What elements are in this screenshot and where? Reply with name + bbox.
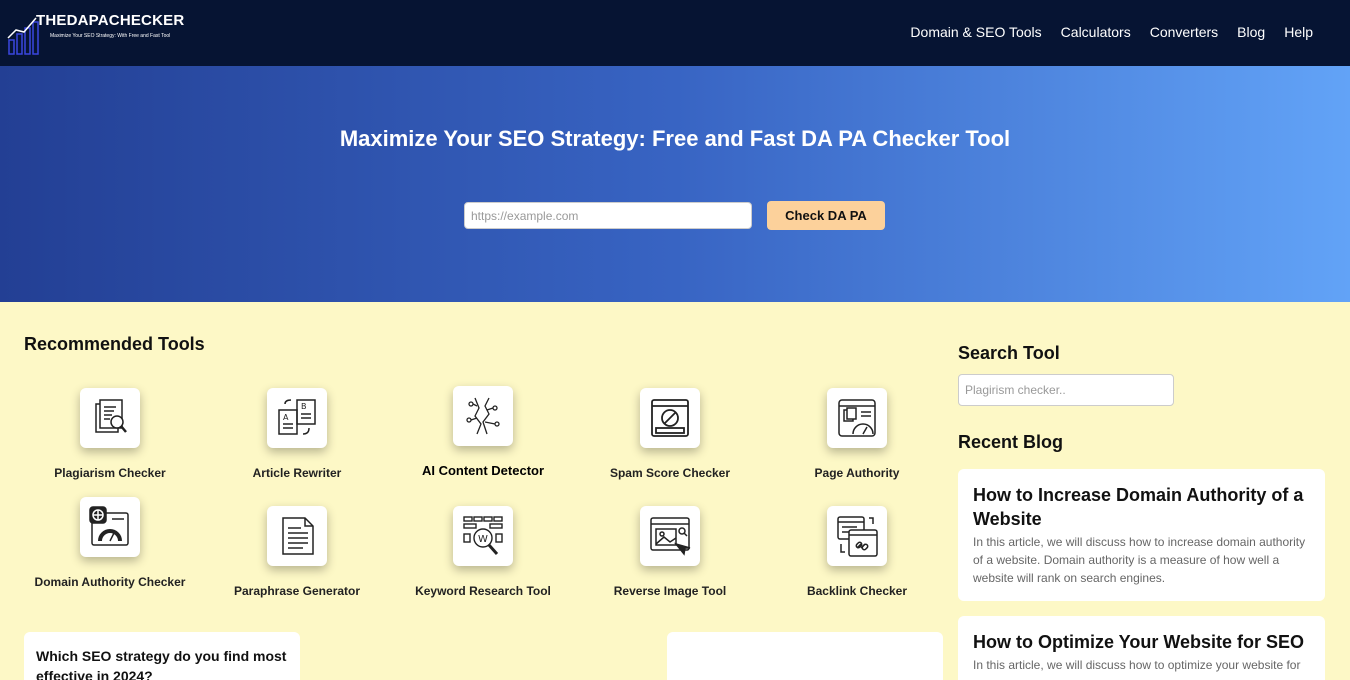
- brand-name: THEDAPACHECKER: [36, 12, 185, 29]
- blog-post-excerpt: In this article, we will discuss how to …: [973, 535, 1306, 585]
- check-da-pa-button[interactable]: Check DA PA: [767, 201, 885, 230]
- hero-title: Maximize Your SEO Strategy: Free and Fas…: [339, 126, 1011, 151]
- tool-label: AI Content Detector: [421, 463, 545, 478]
- blog-post-title[interactable]: How to Optimize Your Website for SEO: [973, 630, 1310, 654]
- tool-reverse-image-tool[interactable]: Reverse Image Tool: [585, 506, 755, 600]
- blog-card[interactable]: How to Optimize Your Website for SEO In …: [958, 616, 1325, 680]
- page-authority-icon: [827, 388, 887, 448]
- tool-paraphrase-generator[interactable]: Paraphrase Generator: [212, 506, 382, 600]
- search-tool-title: Search Tool: [958, 343, 1060, 363]
- tool-ai-content-detector[interactable]: AI Content Detector: [398, 386, 568, 480]
- tool-spam-score-checker[interactable]: Spam Score Checker: [585, 388, 755, 482]
- main-nav: Domain & SEO Tools Calculators Converter…: [910, 24, 1313, 40]
- tool-label: Keyword Research Tool: [415, 584, 551, 598]
- blog-post-excerpt: In this article, we will discuss how to …: [973, 658, 1301, 672]
- recommended-tools-title: Recommended Tools: [24, 334, 205, 354]
- content-card: [667, 632, 943, 680]
- brand-tagline: Maximize Your SEO Strategy: With Free an…: [50, 33, 171, 39]
- ai-detector-icon: [453, 386, 513, 446]
- tool-keyword-research-tool[interactable]: W Keyword Research Tool: [398, 506, 568, 600]
- tool-label: Paraphrase Generator: [233, 584, 361, 598]
- nav-link-help[interactable]: Help: [1284, 24, 1313, 40]
- article-rewriter-icon: A B: [267, 388, 327, 448]
- nav-link-calculators[interactable]: Calculators: [1061, 24, 1131, 40]
- hero-section: Maximize Your SEO Strategy: Free and Fas…: [0, 66, 1350, 302]
- svg-text:B: B: [301, 402, 307, 411]
- nav-link-blog[interactable]: Blog: [1237, 24, 1265, 40]
- spam-score-icon: [640, 388, 700, 448]
- poll-question: Which SEO strategy do you find most effe…: [36, 648, 287, 680]
- tool-label: Page Authority: [814, 466, 900, 480]
- tool-label: Reverse Image Tool: [613, 584, 727, 598]
- tool-search-input[interactable]: [958, 374, 1174, 406]
- recent-blog-title: Recent Blog: [958, 432, 1064, 452]
- tool-plagiarism-checker[interactable]: Plagiarism Checker: [25, 388, 195, 482]
- tool-label: Article Rewriter: [252, 466, 342, 480]
- keyword-research-icon: W: [453, 506, 513, 566]
- poll-card: Which SEO strategy do you find most effe…: [24, 632, 300, 680]
- blog-post-title[interactable]: How to Increase Domain Authority of a We…: [973, 483, 1310, 531]
- site-logo[interactable]: THEDAPACHECKER Maximize Your SEO Strateg…: [6, 10, 186, 56]
- plagiarism-icon: [80, 388, 140, 448]
- tool-label: Domain Authority Checker: [34, 575, 186, 589]
- paraphrase-icon: [267, 506, 327, 566]
- backlink-icon: [827, 506, 887, 566]
- reverse-image-icon: [640, 506, 700, 566]
- domain-authority-icon: [80, 497, 140, 557]
- tool-label: Backlink Checker: [806, 584, 908, 598]
- tool-backlink-checker[interactable]: Backlink Checker: [772, 506, 942, 600]
- blog-card[interactable]: How to Increase Domain Authority of a We…: [958, 469, 1325, 601]
- tool-article-rewriter[interactable]: A B Article Rewriter: [212, 388, 382, 482]
- nav-link-converters[interactable]: Converters: [1150, 24, 1218, 40]
- tool-label: Spam Score Checker: [609, 466, 731, 480]
- navbar: THEDAPACHECKER Maximize Your SEO Strateg…: [0, 0, 1350, 66]
- svg-text:W: W: [478, 534, 488, 545]
- tool-label: Plagiarism Checker: [54, 466, 166, 480]
- tool-page-authority[interactable]: Page Authority: [772, 388, 942, 482]
- svg-text:A: A: [283, 413, 289, 422]
- nav-link-domain-seo-tools[interactable]: Domain & SEO Tools: [910, 24, 1041, 40]
- tool-domain-authority-checker[interactable]: Domain Authority Checker: [25, 497, 195, 591]
- url-input[interactable]: [464, 202, 752, 229]
